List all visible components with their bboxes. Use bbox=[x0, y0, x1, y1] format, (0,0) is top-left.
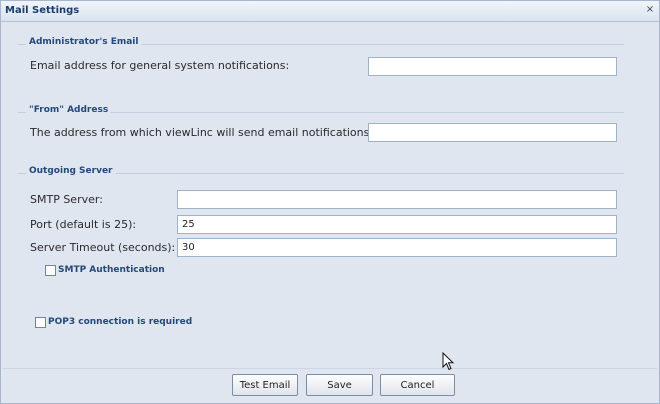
title-bar: Mail Settings × bbox=[1, 1, 659, 22]
from-address-field[interactable] bbox=[368, 123, 617, 142]
pop3-label[interactable]: POP3 connection is required bbox=[48, 317, 192, 327]
admin-email-label: Email address for general system notific… bbox=[30, 59, 290, 72]
from-address-label: The address from which viewLinc will sen… bbox=[30, 126, 374, 139]
outgoing-server-legend: Outgoing Server bbox=[26, 166, 116, 176]
smtp-server-field[interactable] bbox=[177, 190, 617, 209]
cancel-button[interactable]: Cancel bbox=[380, 374, 455, 396]
pop3-checkbox[interactable] bbox=[35, 317, 46, 328]
save-button[interactable]: Save bbox=[306, 374, 373, 396]
dialog-title: Mail Settings bbox=[5, 5, 80, 16]
port-label: Port (default is 25): bbox=[30, 218, 137, 231]
mail-settings-dialog: Mail Settings × Administrator's Email Em… bbox=[0, 0, 660, 404]
smtp-server-label: SMTP Server: bbox=[30, 193, 103, 206]
footer-divider bbox=[3, 368, 657, 369]
pointer-cursor-icon bbox=[442, 352, 455, 371]
smtp-authentication-checkbox[interactable] bbox=[45, 265, 56, 276]
admin-email-legend: Administrator's Email bbox=[26, 37, 142, 47]
server-timeout-field[interactable] bbox=[177, 238, 617, 257]
close-icon[interactable]: × bbox=[645, 4, 655, 16]
smtp-authentication-label[interactable]: SMTP Authentication bbox=[58, 265, 165, 275]
port-field[interactable] bbox=[177, 215, 617, 234]
server-timeout-label: Server Timeout (seconds): bbox=[30, 241, 176, 254]
test-email-button[interactable]: Test Email bbox=[232, 374, 298, 396]
admin-email-field[interactable] bbox=[368, 57, 617, 76]
from-address-legend: "From" Address bbox=[26, 105, 112, 115]
